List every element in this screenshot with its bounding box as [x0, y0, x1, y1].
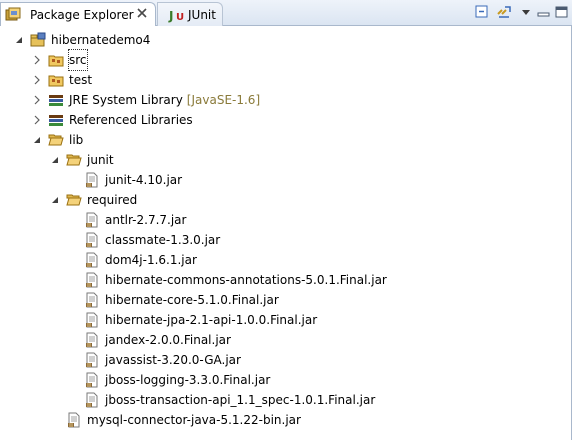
jar-file-icon	[86, 352, 98, 368]
tree-item-label: src	[68, 49, 88, 71]
tree-item-label: javassist-3.20.0-GA.jar	[105, 353, 241, 367]
svg-text:U: U	[176, 12, 184, 23]
tree-item-jar[interactable]: jboss-transaction-api_1.1_spec-1.0.1.Fin…	[84, 390, 375, 410]
tree-item-label: hibernate-core-5.1.0.Final.jar	[105, 293, 279, 307]
tree-item-jre-library[interactable]: JRE System Library [JavaSE-1.6]	[32, 90, 260, 110]
tree-item-jar[interactable]: mysql-connector-java-5.1.22-bin.jar	[66, 410, 301, 430]
java-project-icon	[30, 32, 46, 47]
tab-junit-label: JUnit	[188, 7, 216, 22]
chevron-right-icon[interactable]	[32, 55, 42, 65]
jar-file-icon	[86, 272, 98, 288]
tree-item-jar[interactable]: junit-4.10.jar	[84, 170, 182, 190]
chevron-down-icon[interactable]	[50, 155, 60, 165]
minimize-icon[interactable]	[536, 4, 552, 20]
tree-item-label: Referenced Libraries	[69, 113, 193, 127]
jar-file-icon	[86, 392, 98, 408]
chevron-right-icon[interactable]	[32, 95, 42, 105]
view-tab-bar: Package Explorer J U JUnit	[0, 0, 572, 26]
tree-item-project[interactable]: hibernatedemo4	[14, 30, 150, 50]
collapse-all-icon[interactable]	[474, 4, 490, 20]
tree-item-label: test	[69, 73, 93, 87]
chevron-down-icon[interactable]	[14, 35, 24, 45]
tree-item-jar[interactable]: javassist-3.20.0-GA.jar	[84, 350, 241, 370]
tree-item-label: hibernate-commons-annotations-5.0.1.Fina…	[105, 273, 387, 287]
tree-item-jar[interactable]: antlr-2.7.7.jar	[84, 210, 186, 230]
tree-item-jar[interactable]: classmate-1.3.0.jar	[84, 230, 220, 250]
tree-item-label: hibernate-jpa-2.1-api-1.0.0.Final.jar	[105, 313, 318, 327]
tree-item-referenced-libraries[interactable]: Referenced Libraries	[32, 110, 193, 130]
tree-item-jar[interactable]: hibernate-jpa-2.1-api-1.0.0.Final.jar	[84, 310, 317, 330]
folder-open-icon	[48, 134, 64, 146]
tab-package-explorer[interactable]: Package Explorer	[0, 2, 156, 26]
tree-item-label: hibernatedemo4	[51, 33, 151, 47]
junit-icon: J U	[168, 9, 184, 23]
tree-item-label: required	[87, 193, 138, 207]
jar-file-icon	[86, 292, 98, 308]
folder-open-icon	[66, 154, 82, 166]
tree-item-jar[interactable]: dom4j-1.6.1.jar	[84, 250, 197, 270]
tree-item-label: lib	[69, 133, 84, 147]
tree-item-junit-folder[interactable]: junit	[50, 150, 114, 170]
folder-open-icon	[66, 194, 82, 206]
tree-item-label: classmate-1.3.0.jar	[105, 233, 221, 247]
tree-item-jar[interactable]: jboss-logging-3.3.0.Final.jar	[84, 370, 270, 390]
tree-item-label: dom4j-1.6.1.jar	[105, 253, 197, 267]
jar-file-icon	[86, 232, 98, 248]
jar-file-icon	[86, 212, 98, 228]
view-menu-icon[interactable]	[518, 4, 534, 20]
jar-file-icon	[86, 332, 98, 348]
tree-item-label: junit	[87, 153, 114, 167]
tree-item-label: jboss-transaction-api_1.1_spec-1.0.1.Fin…	[105, 393, 376, 407]
tree-item-src[interactable]: src	[32, 49, 88, 71]
jar-file-icon	[86, 172, 98, 188]
tree-item-label: mysql-connector-java-5.1.22-bin.jar	[87, 413, 301, 427]
tree-item-lib[interactable]: lib	[32, 130, 83, 150]
tree-item-label: jandex-2.0.0.Final.jar	[105, 333, 231, 347]
tree-item-label: jboss-logging-3.3.0.Final.jar	[105, 373, 271, 387]
jar-file-icon	[86, 372, 98, 388]
tree-item-label: junit-4.10.jar	[105, 173, 183, 187]
link-with-editor-icon[interactable]	[496, 4, 512, 20]
tab-package-explorer-label: Package Explorer	[30, 7, 134, 22]
tree-item-jar[interactable]: hibernate-core-5.1.0.Final.jar	[84, 290, 279, 310]
package-explorer-icon	[5, 7, 21, 20]
tree-item-test[interactable]: test	[32, 70, 92, 90]
jar-file-icon	[68, 412, 80, 428]
library-icon	[49, 115, 63, 126]
source-folder-icon	[48, 75, 64, 87]
maximize-icon[interactable]	[554, 4, 570, 20]
jar-file-icon	[86, 312, 98, 328]
chevron-down-icon[interactable]	[50, 195, 60, 205]
source-folder-icon	[48, 55, 64, 67]
tree-item-label: JRE System Library	[69, 93, 183, 107]
package-tree: hibernatedemo4 src test JRE System Libra…	[0, 26, 572, 440]
tree-item-required-folder[interactable]: required	[50, 190, 137, 210]
jar-file-icon	[86, 252, 98, 268]
tree-item-jar[interactable]: jandex-2.0.0.Final.jar	[84, 330, 231, 350]
tree-item-jar[interactable]: hibernate-commons-annotations-5.0.1.Fina…	[84, 270, 387, 290]
chevron-down-icon[interactable]	[32, 135, 42, 145]
svg-text:J: J	[168, 9, 173, 23]
tree-item-decoration: [JavaSE-1.6]	[186, 93, 261, 107]
close-icon[interactable]	[135, 6, 149, 20]
tree-item-label: antlr-2.7.7.jar	[105, 213, 187, 227]
chevron-right-icon[interactable]	[32, 75, 42, 85]
chevron-right-icon[interactable]	[32, 115, 42, 125]
library-icon	[49, 95, 63, 106]
tab-junit[interactable]: J U JUnit	[157, 2, 223, 26]
